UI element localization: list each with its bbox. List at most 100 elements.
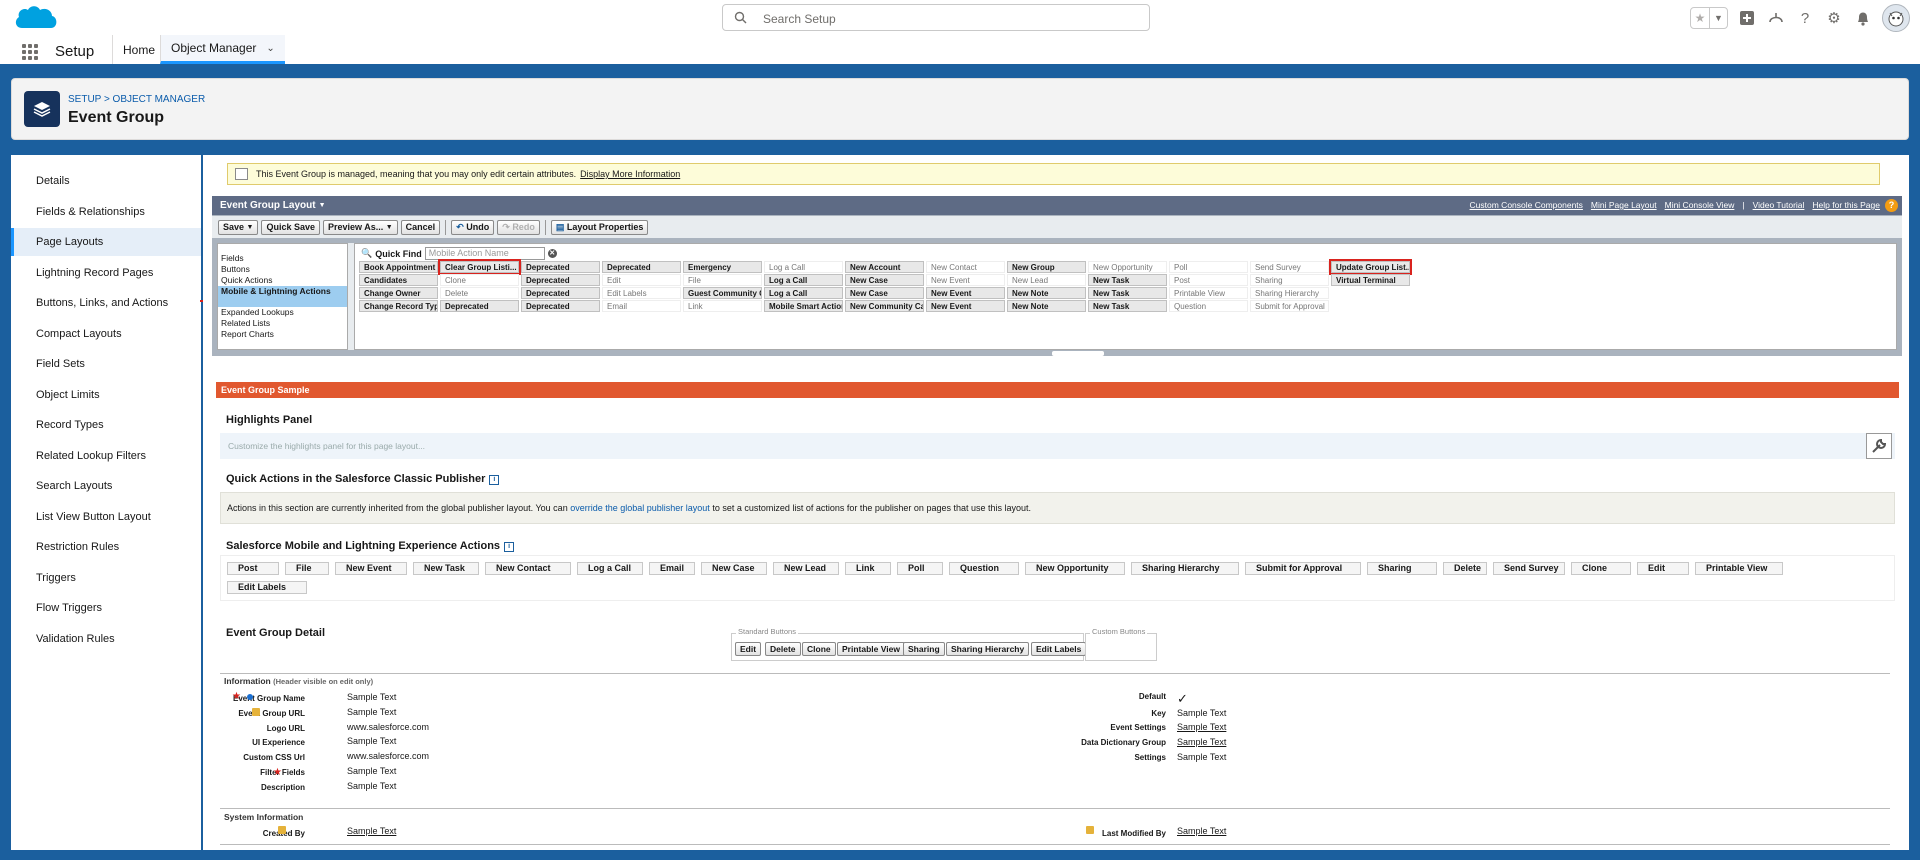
palette-item-new-task[interactable]: New Task xyxy=(1088,274,1167,286)
palette-category-report-charts[interactable]: Report Charts xyxy=(218,329,347,340)
palette-item-clear-group-listi[interactable]: Clear Group Listi... xyxy=(438,259,521,275)
field-value[interactable]: Sample Text xyxy=(1177,737,1226,747)
field-value[interactable]: ✓ xyxy=(1177,691,1188,707)
bell-icon[interactable] xyxy=(1853,8,1873,28)
palette-link-mini-console-view[interactable]: Mini Console View xyxy=(1665,200,1735,210)
field-value[interactable]: Sample Text xyxy=(347,707,396,717)
field-value[interactable]: www.salesforce.com xyxy=(347,722,429,732)
field-value[interactable]: Sample Text xyxy=(347,781,396,791)
palette-item-file[interactable]: File xyxy=(683,274,762,286)
sidebar-item-search-layouts[interactable]: Search Layouts xyxy=(11,472,201,500)
sidebar-item-validation-rules[interactable]: Validation Rules xyxy=(11,625,201,653)
palette-item-deprecated[interactable]: Deprecated xyxy=(521,274,600,286)
standard-button-delete[interactable]: Delete xyxy=(765,642,801,656)
mobile-action-sharing-hierarchy[interactable]: Sharing Hierarchy xyxy=(1131,562,1239,575)
palette-item-sharing[interactable]: Sharing xyxy=(1250,274,1329,286)
field-value[interactable]: Sample Text xyxy=(1177,708,1226,718)
mobile-action-question[interactable]: Question xyxy=(949,562,1019,575)
palette-item-new-case[interactable]: New Case xyxy=(845,274,924,286)
mobile-action-new-lead[interactable]: New Lead xyxy=(773,562,839,575)
palette-item-change-record-type[interactable]: Change Record Type xyxy=(359,300,438,312)
palette-item-link[interactable]: Link xyxy=(683,300,762,312)
palette-item-email[interactable]: Email xyxy=(602,300,681,312)
palette-item-deprecated[interactable]: Deprecated xyxy=(602,261,681,273)
mobile-action-new-event[interactable]: New Event xyxy=(335,562,407,575)
palette-category-quick-actions[interactable]: Quick Actions xyxy=(218,275,347,286)
info-icon[interactable]: i xyxy=(489,475,500,485)
palette-item-new-note[interactable]: New Note xyxy=(1007,300,1086,312)
chevron-down-icon[interactable]: ⌄ xyxy=(266,43,274,54)
palette-item-update-group-list[interactable]: Update Group List... xyxy=(1329,259,1412,275)
palette-item-new-account[interactable]: New Account xyxy=(845,261,924,273)
mobile-action-sharing[interactable]: Sharing xyxy=(1367,562,1437,575)
trailhead-icon[interactable] xyxy=(1766,8,1786,28)
standard-button-edit-labels[interactable]: Edit Labels xyxy=(1031,642,1087,656)
sidebar-item-fields-relationships[interactable]: Fields & Relationships xyxy=(11,198,201,226)
breadcrumb[interactable]: SETUP > OBJECT MANAGER xyxy=(68,94,205,105)
app-launcher-icon[interactable] xyxy=(22,44,38,60)
mobile-action-new-contact[interactable]: New Contact xyxy=(485,562,571,575)
mobile-action-file[interactable]: File xyxy=(285,562,329,575)
mobile-action-log-a-call[interactable]: Log a Call xyxy=(577,562,643,575)
palette-category-related-lists[interactable]: Related Lists xyxy=(218,318,347,329)
palette-item-new-event[interactable]: New Event xyxy=(926,300,1005,312)
palette-item-deprecated[interactable]: Deprecated xyxy=(521,261,600,273)
sidebar-item-page-layouts[interactable]: Page Layouts xyxy=(11,228,201,256)
palette-link-mini-page-layout[interactable]: Mini Page Layout xyxy=(1591,200,1657,210)
field-value[interactable]: Sample Text xyxy=(1177,722,1226,732)
palette-item-book-appointment[interactable]: Book Appointment xyxy=(359,261,438,273)
sidebar-item-compact-layouts[interactable]: Compact Layouts xyxy=(11,320,201,348)
info-icon[interactable]: i xyxy=(504,542,515,552)
palette-item-question[interactable]: Question xyxy=(1169,300,1248,312)
information-section-header[interactable]: Information (Header visible on edit only… xyxy=(224,676,373,686)
chevron-down-icon[interactable]: ▼ xyxy=(247,224,254,231)
mobile-action-clone[interactable]: Clone xyxy=(1571,562,1631,575)
field-value[interactable]: Sample Text xyxy=(347,692,396,702)
sidebar-item-record-types[interactable]: Record Types xyxy=(11,411,201,439)
palette-category-fields[interactable]: Fields xyxy=(218,253,347,264)
mobile-action-edit-labels[interactable]: Edit Labels xyxy=(227,581,307,594)
sidebar-item-lightning-record-pages[interactable]: Lightning Record Pages xyxy=(11,259,201,287)
mobile-action-new-opportunity[interactable]: New Opportunity xyxy=(1025,562,1125,575)
mobile-action-printable-view[interactable]: Printable View xyxy=(1695,562,1783,575)
mobile-action-new-task[interactable]: New Task xyxy=(413,562,479,575)
field-value[interactable]: Sample Text xyxy=(1177,752,1226,762)
palette-title[interactable]: Event Group Layout xyxy=(220,200,316,211)
field-value[interactable]: www.salesforce.com xyxy=(347,751,429,761)
mobile-action-send-survey[interactable]: Send Survey xyxy=(1493,562,1565,575)
standard-button-edit[interactable]: Edit xyxy=(735,642,762,656)
help-icon[interactable]: ? xyxy=(1795,8,1815,28)
avatar[interactable] xyxy=(1882,4,1910,32)
palette-item-sharing-hierarchy[interactable]: Sharing Hierarchy xyxy=(1250,287,1329,299)
help-icon[interactable]: ? xyxy=(1885,199,1898,212)
palette-item-new-event[interactable]: New Event xyxy=(926,274,1005,286)
palette-item-new-event[interactable]: New Event xyxy=(926,287,1005,299)
standard-button-sharing-hierarchy[interactable]: Sharing Hierarchy xyxy=(946,642,1030,656)
mobile-action-poll[interactable]: Poll xyxy=(897,562,943,575)
sidebar-item-related-lookup-filters[interactable]: Related Lookup Filters xyxy=(11,442,201,470)
sidebar-item-triggers[interactable]: Triggers xyxy=(11,564,201,592)
salesforce-logo-icon[interactable] xyxy=(12,2,60,34)
sidebar-item-details[interactable]: Details xyxy=(11,167,201,195)
chevron-down-icon[interactable]: ▼ xyxy=(386,224,393,231)
palette-item-change-owner[interactable]: Change Owner xyxy=(359,287,438,299)
palette-item-send-survey[interactable]: Send Survey xyxy=(1250,261,1329,273)
star-icon[interactable]: ★ xyxy=(1691,8,1709,28)
palette-link-custom-console-components[interactable]: Custom Console Components xyxy=(1470,200,1583,210)
mobile-action-link[interactable]: Link xyxy=(845,562,891,575)
chevron-down-icon[interactable]: ▼ xyxy=(1709,8,1727,28)
palette-item-guest-community-case[interactable]: Guest Community Case xyxy=(683,287,762,299)
mobile-action-new-case[interactable]: New Case xyxy=(701,562,767,575)
palette-link-help-for-this-page[interactable]: Help for this Page xyxy=(1812,200,1880,210)
palette-category-buttons[interactable]: Buttons xyxy=(218,264,347,275)
palette-item-virtual-terminal[interactable]: Virtual Terminal xyxy=(1331,274,1410,286)
layout-properties-button[interactable]: ▤ Layout Properties xyxy=(550,219,649,235)
system-information-header[interactable]: System Information xyxy=(224,812,303,822)
cancel-button[interactable]: Cancel xyxy=(400,219,441,235)
palette-category-expanded-lookups[interactable]: Expanded Lookups xyxy=(218,307,347,318)
palette-item-log-a-call[interactable]: Log a Call xyxy=(764,261,843,273)
sidebar-item-buttons-links-and-actions[interactable]: Buttons, Links, and Actions xyxy=(11,289,201,317)
palette-item-new-community-case[interactable]: New Community Case xyxy=(845,300,924,312)
palette-item-deprecated[interactable]: Deprecated xyxy=(440,300,519,312)
sidebar-item-object-limits[interactable]: Object Limits xyxy=(11,381,201,409)
